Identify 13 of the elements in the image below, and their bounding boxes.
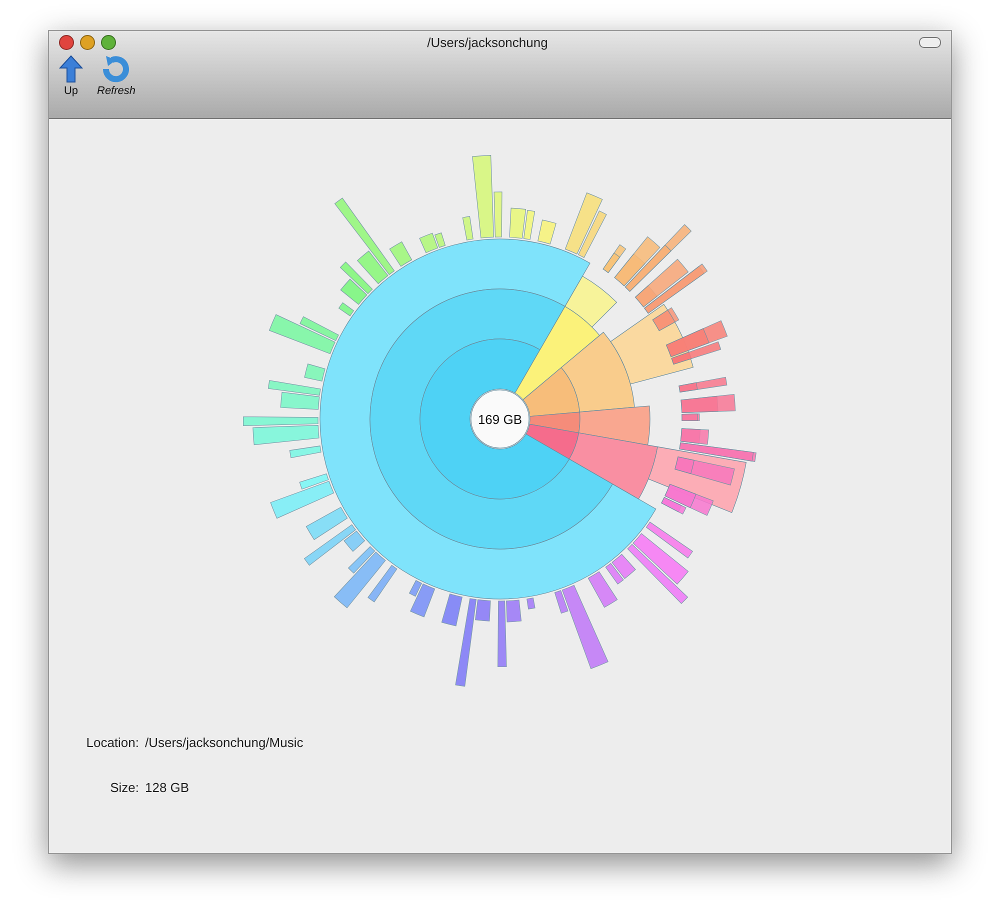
up-arrow-icon [59, 55, 83, 83]
info-label: Location: [85, 735, 139, 750]
refresh-button[interactable]: Refresh [97, 55, 136, 97]
window-title: /Users/jacksonchung [426, 34, 549, 50]
info-label: Size: [109, 780, 139, 795]
toolbar-toggle-button[interactable] [919, 36, 941, 48]
total-size-label: 169 GB [478, 412, 522, 427]
zoom-button[interactable] [101, 34, 116, 50]
minimize-button[interactable] [80, 34, 95, 50]
info-value: 128 GB [145, 780, 190, 795]
info-value: /Users/jacksonchung/Music [145, 735, 304, 750]
close-button[interactable] [59, 34, 74, 50]
up-button[interactable]: Up [59, 55, 83, 97]
